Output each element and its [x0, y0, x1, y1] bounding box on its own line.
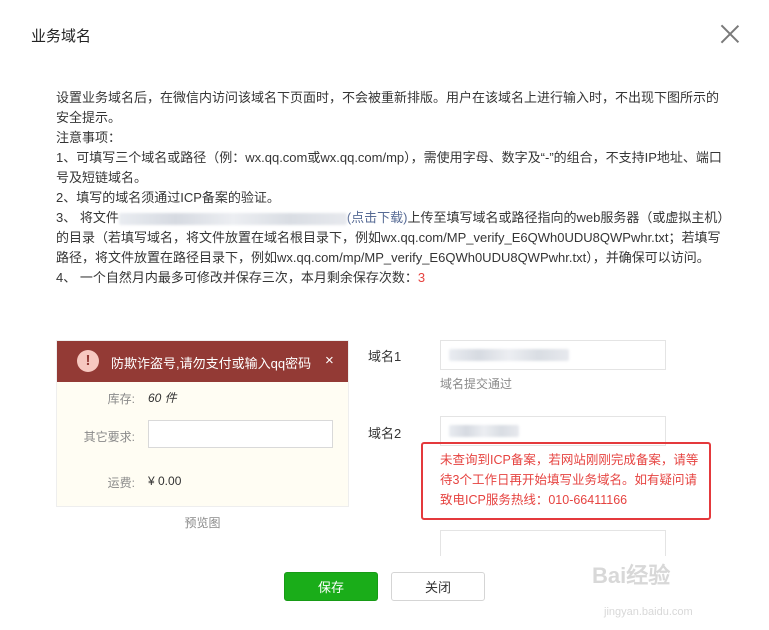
other-requirement-input: [148, 420, 333, 448]
shipping-value: ¥ 0.00: [148, 474, 182, 488]
domain1-input[interactable]: [440, 340, 666, 370]
remaining-count: 3: [417, 270, 426, 285]
domain1-hint: 域名提交通过: [440, 377, 513, 391]
notice-item-4-text: 4、 一个自然月内最多可修改并保存三次，本月剩余保存次数：: [56, 270, 418, 285]
business-domain-dialog: 业务域名 设置业务域名后，在微信内访问该域名下页面时，不会被重新排版。用户在该域…: [0, 0, 769, 630]
icp-error-message: 未查询到ICP备案，若网站刚刚完成备案，请等待3个工作日再开始填写业务域名。如有…: [440, 453, 699, 507]
warning-close-icon: ×: [325, 352, 334, 369]
blurred-filename: [118, 212, 347, 225]
notice-item-2: 2、填写的域名须通过ICP备案的验证。: [56, 190, 280, 205]
watermark-url: jingyan.baidu.com: [604, 606, 693, 618]
notice-item-3-prefix: 3、 将文件: [56, 210, 119, 225]
domain2-blurred-value: [449, 425, 519, 437]
shipping-label: 运费:: [107, 476, 135, 490]
notice-item-4: 4、 一个自然月内最多可修改并保存三次，本月剩余保存次数：3: [56, 268, 728, 288]
stock-value: 60 件: [148, 391, 177, 405]
stock-label: 库存:: [107, 392, 135, 406]
notice-title: 注意事项：: [56, 130, 122, 145]
warning-icon: !: [77, 350, 99, 372]
description-intro: 设置业务域名后，在微信内访问该域名下页面时，不会被重新排版。用户在该域名上进行输…: [56, 90, 720, 125]
close-button[interactable]: 关闭: [391, 572, 485, 601]
preview-image: ! 防欺诈盗号,请勿支付或输入qq密码 × 库存: 60 件 其它要求: 运费:…: [56, 340, 349, 507]
other-requirement-label: 其它要求:: [83, 430, 135, 444]
download-link[interactable]: (点击下载): [347, 210, 408, 225]
dialog-title: 业务域名: [31, 28, 92, 45]
watermark-logo: Bai经验: [592, 563, 671, 588]
save-button[interactable]: 保存: [284, 572, 378, 601]
domain1-blurred-value: [449, 349, 569, 361]
preview-caption: 预览图: [184, 516, 221, 530]
domain3-input[interactable]: [440, 530, 666, 556]
domain2-label: 域名2: [368, 426, 402, 441]
warning-text: 防欺诈盗号,请勿支付或输入qq密码: [111, 356, 312, 371]
description: 设置业务域名后，在微信内访问该域名下页面时，不会被重新排版。用户在该域名上进行输…: [56, 88, 728, 288]
notice-item-3: 3、 将文件 (点击下载)上传至填写域名或路径指向的web服务器（或虚拟主机）的目…: [56, 208, 728, 268]
security-warning-bar: ! 防欺诈盗号,请勿支付或输入qq密码 ×: [57, 341, 348, 382]
notice-item-1: 1、可填写三个域名或路径（例：wx.qq.com或wx.qq.com/mp），需…: [56, 150, 722, 185]
domain1-label: 域名1: [368, 349, 402, 364]
close-icon[interactable]: [718, 22, 742, 46]
